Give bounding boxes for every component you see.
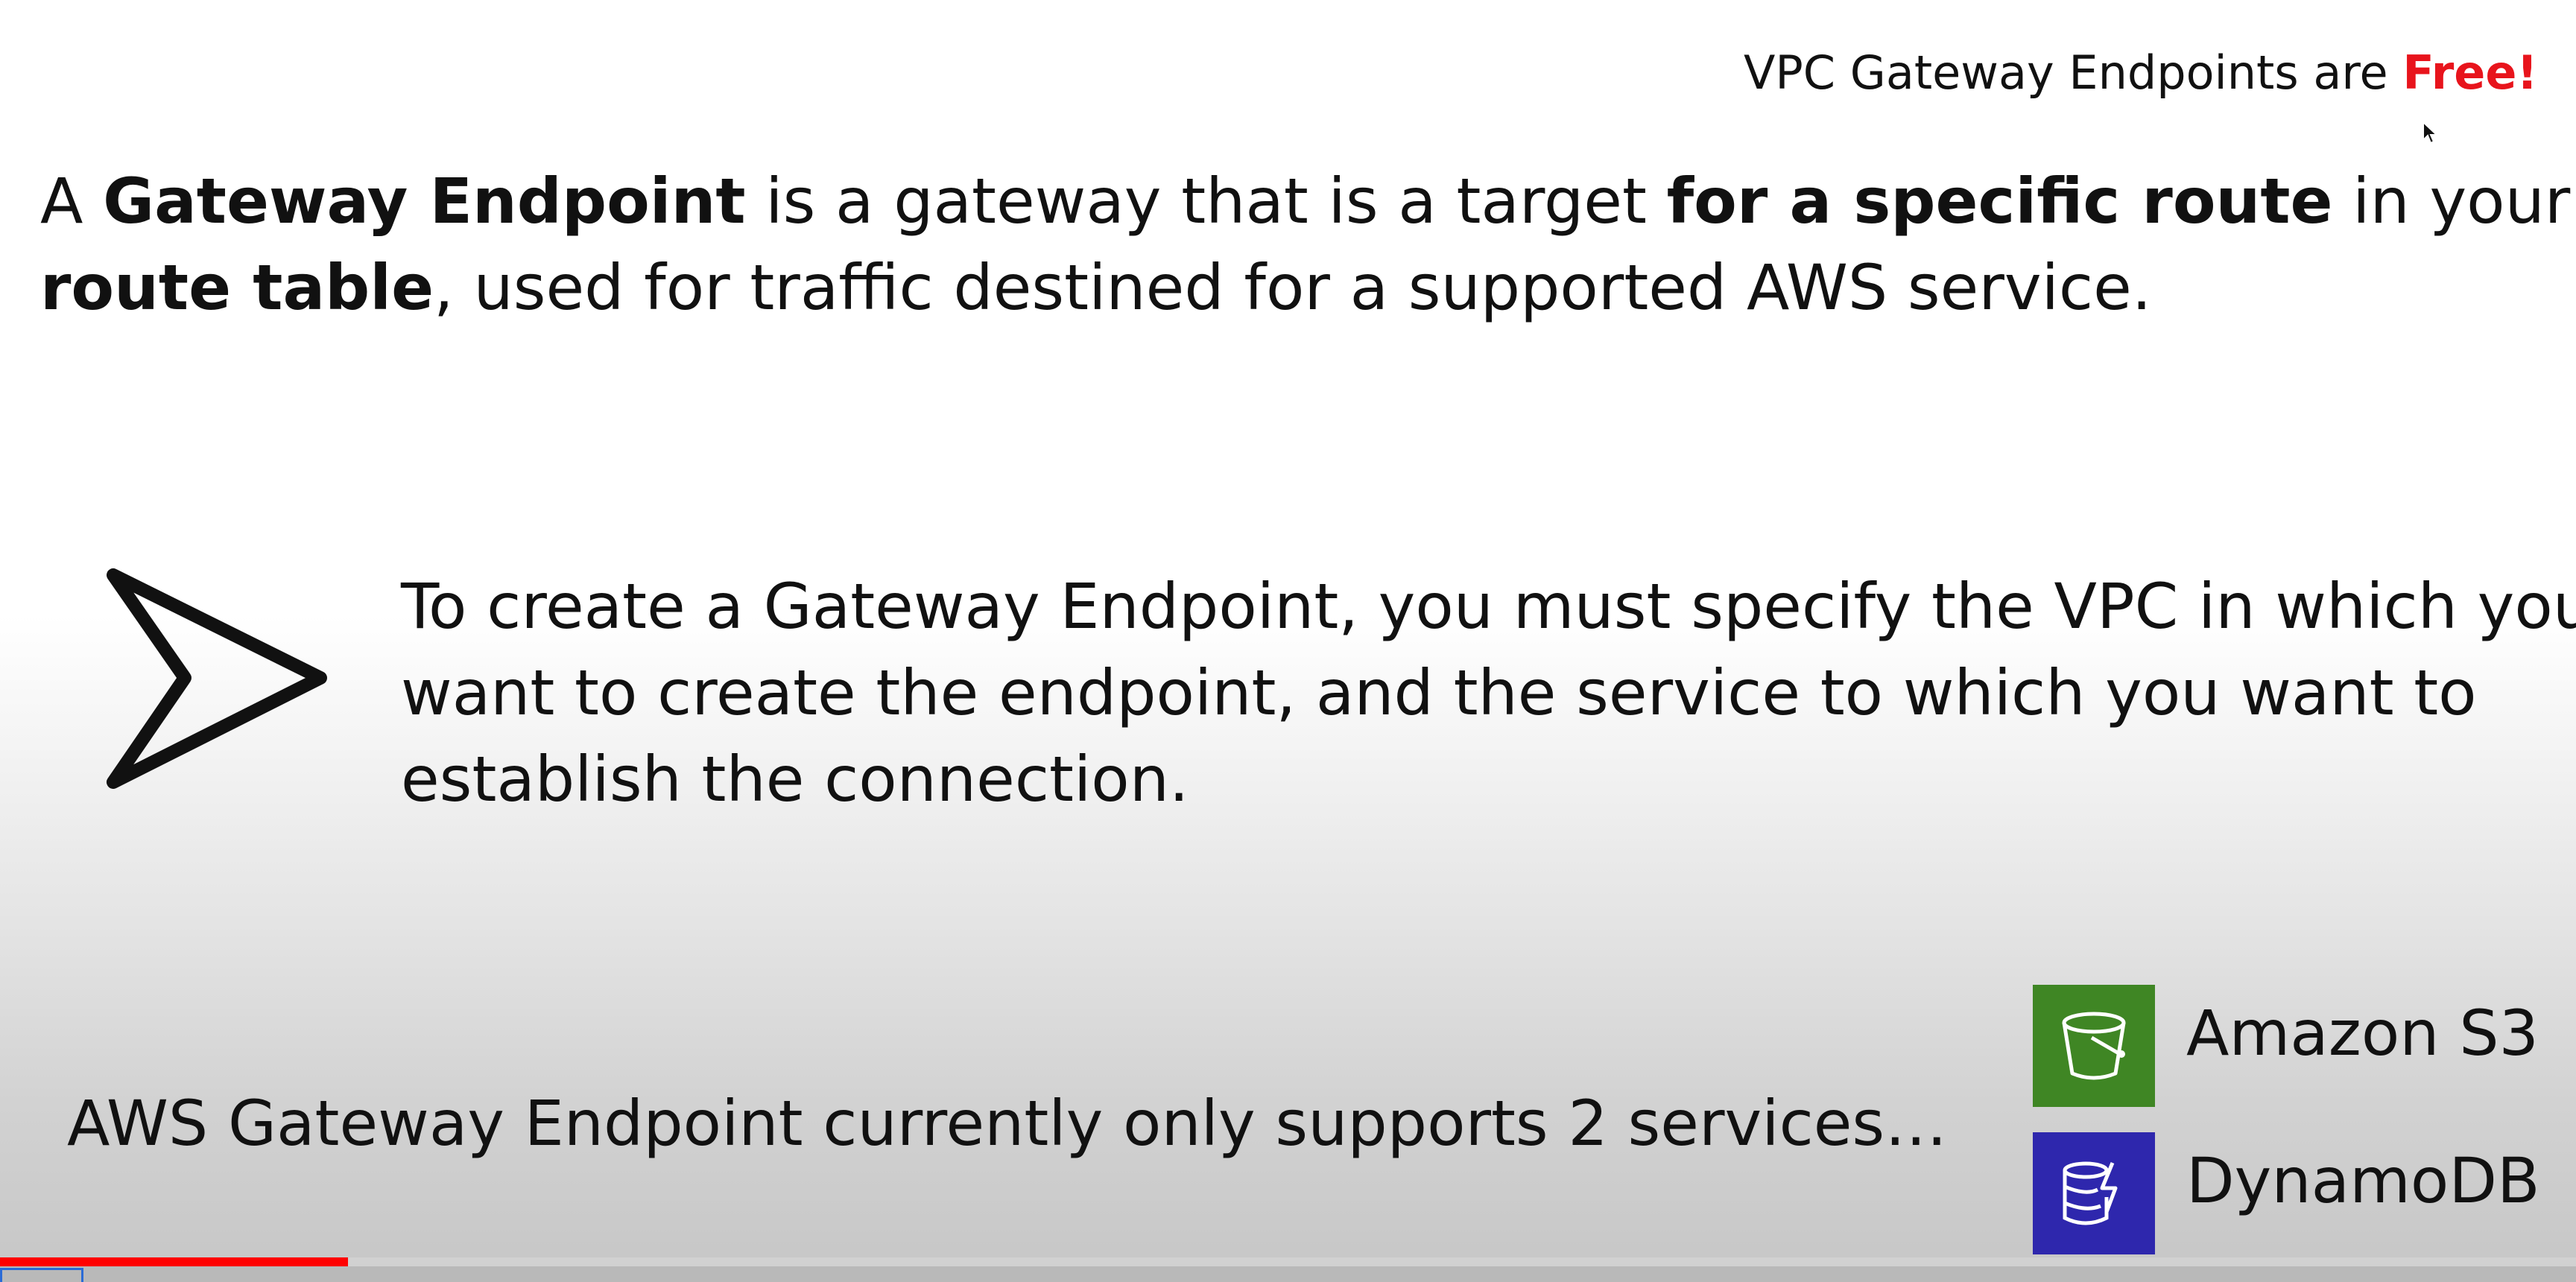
player-focus-outline	[0, 1268, 83, 1282]
create-instructions: To create a Gateway Endpoint, you must s…	[401, 570, 2576, 816]
definition-text: A Gateway Endpoint is a gateway that is …	[40, 158, 2576, 331]
definition-part-3: in your	[2332, 165, 2571, 238]
free-note: VPC Gateway Endpoints are Free!	[1744, 43, 2538, 103]
supported-services-note: AWS Gateway Endpoint currently only supp…	[67, 1087, 1948, 1160]
player-control-strip	[0, 1266, 2576, 1282]
service-amazon-s3: Amazon S3	[2033, 985, 2539, 1107]
s3-bucket-icon	[2033, 985, 2155, 1107]
definition-bold-gateway-endpoint: Gateway Endpoint	[103, 165, 746, 238]
chevron-arrow-right-icon	[107, 568, 327, 789]
free-note-prefix: VPC Gateway Endpoints are	[1744, 45, 2403, 100]
definition-part-1: A	[40, 165, 104, 238]
definition-part-2: is a gateway that is a target	[745, 165, 1667, 238]
service-label-dynamodb: DynamoDB	[2186, 1144, 2540, 1217]
definition-bold-route-table: route table	[40, 251, 434, 324]
slide: VPC Gateway Endpoints are Free! A Gatewa…	[0, 0, 2576, 1282]
free-highlight: Free!	[2402, 45, 2538, 100]
dynamodb-icon	[2033, 1132, 2155, 1254]
definition-part-4: , used for traffic destined for a suppor…	[434, 251, 2152, 324]
video-progress-bar[interactable]	[0, 1257, 2576, 1266]
video-progress-fill	[0, 1257, 348, 1266]
definition-bold-specific-route: for a specific route	[1666, 165, 2333, 238]
service-dynamodb: DynamoDB	[2033, 1132, 2540, 1254]
service-label-s3: Amazon S3	[2186, 997, 2539, 1070]
mouse-cursor-icon	[2422, 121, 2438, 145]
